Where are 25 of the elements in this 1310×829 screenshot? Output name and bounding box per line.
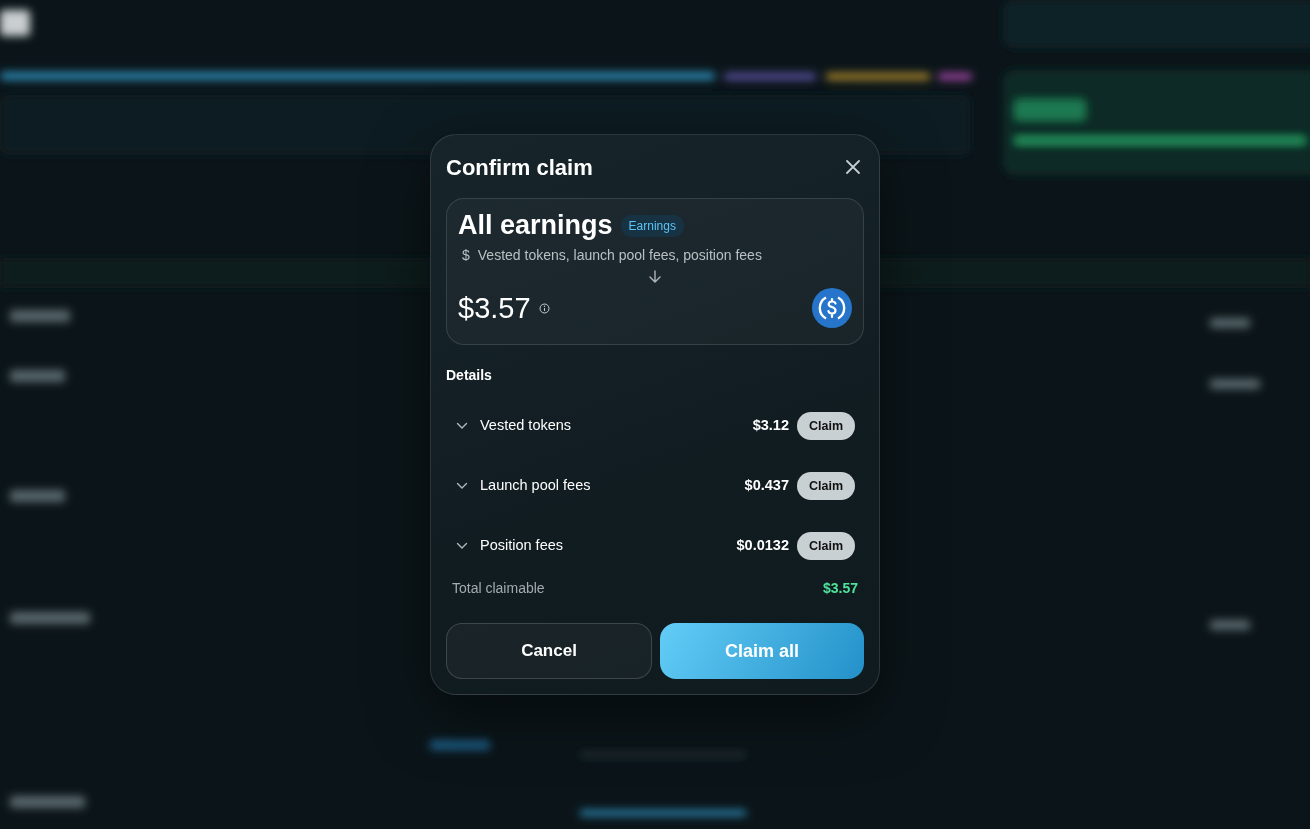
info-icon: [538, 302, 550, 314]
detail-amount: $0.0132: [736, 536, 789, 556]
detail-label: Position fees: [480, 536, 564, 556]
details-heading: Details: [446, 366, 493, 386]
chevron-icon[interactable]: [456, 482, 468, 491]
down-arrow-icon: [649, 269, 661, 283]
chevron-icon[interactable]: [456, 542, 468, 551]
detail-amount: $0.437: [744, 476, 789, 496]
detail-amount: $3.12: [752, 416, 789, 436]
total-label: Total claimable: [452, 579, 545, 599]
dollar-coin-icon: [812, 288, 852, 329]
card-title: All earnings: [458, 210, 613, 241]
earnings-tag: Earnings: [620, 214, 684, 237]
detail-label: Vested tokens: [480, 416, 572, 436]
dialog-title: Confirm claim: [446, 153, 593, 182]
claim-button[interactable]: Claim: [796, 531, 855, 561]
currency-symbol: $: [462, 245, 470, 265]
claim-button[interactable]: Claim: [796, 471, 855, 501]
claim-button[interactable]: Claim: [796, 411, 855, 441]
earnings-description: Vested tokens, launch pool fees, position fees: [477, 245, 762, 265]
total-amount: $3.57: [822, 579, 858, 599]
cancel-button[interactable]: Cancel: [446, 623, 652, 680]
chevron-icon[interactable]: [456, 422, 468, 431]
detail-label: Launch pool fees: [480, 476, 591, 496]
earnings-amount: $3.57: [458, 290, 531, 326]
